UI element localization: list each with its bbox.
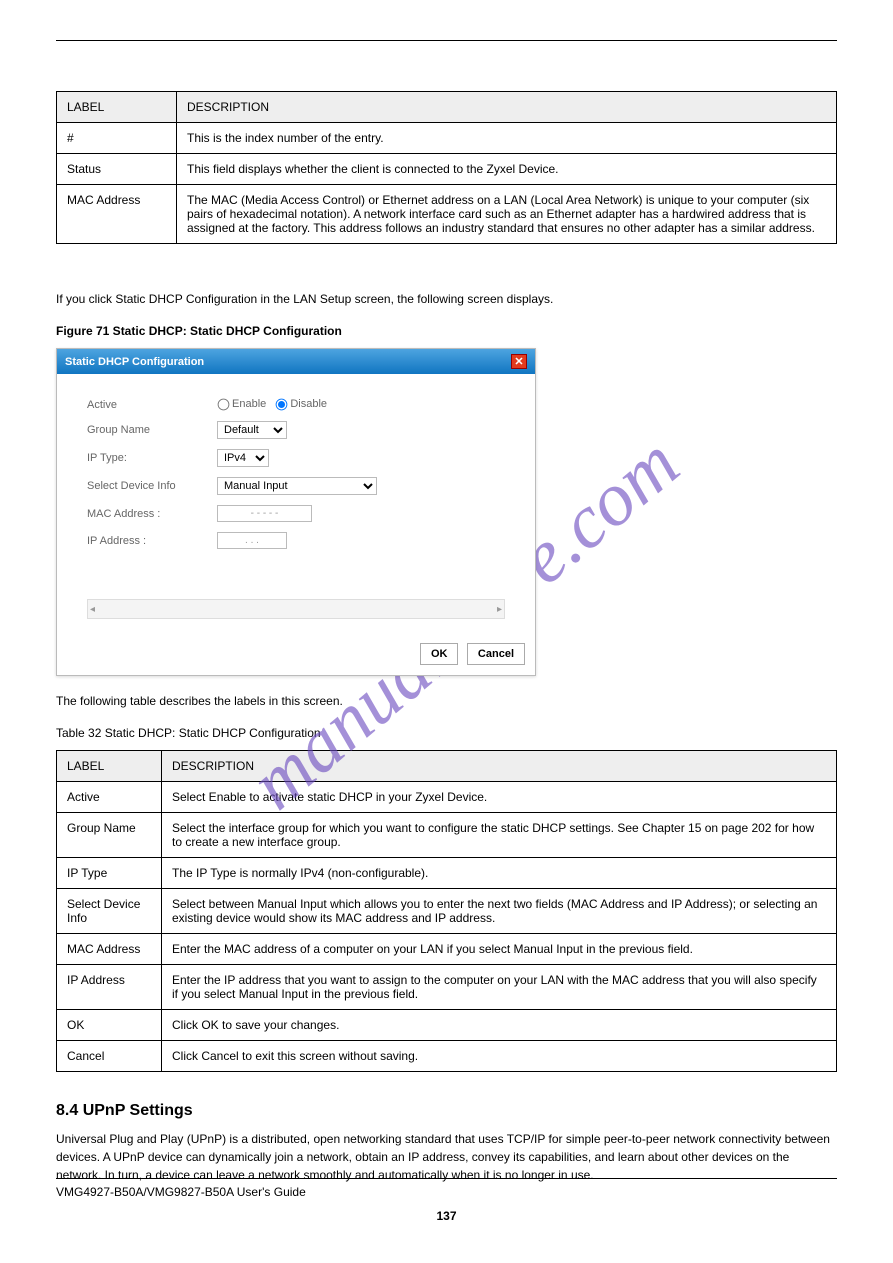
cell-desc: Select between Manual Input which allows… bbox=[162, 889, 837, 934]
table-row: ActiveSelect Enable to activate static D… bbox=[57, 782, 837, 813]
table-row: OKClick OK to save your changes. bbox=[57, 1010, 837, 1041]
table-row: MAC AddressEnter the MAC address of a co… bbox=[57, 934, 837, 965]
footer-page-number: 137 bbox=[436, 1209, 456, 1223]
table-row: IP TypeThe IP Type is normally IPv4 (non… bbox=[57, 858, 837, 889]
cell-label: IP Type bbox=[57, 858, 162, 889]
ok-button[interactable]: OK bbox=[420, 643, 459, 665]
dialog-titlebar: Static DHCP Configuration ✕ bbox=[57, 349, 535, 374]
cell-desc: Click OK to save your changes. bbox=[162, 1010, 837, 1041]
cell-label: Group Name bbox=[57, 813, 162, 858]
device-info-select[interactable]: Manual Input bbox=[217, 477, 377, 495]
static-dhcp-dialog: Static DHCP Configuration ✕ Active Enabl… bbox=[56, 348, 536, 676]
cell-label: Select Device Info bbox=[57, 889, 162, 934]
scroll-right-icon[interactable]: ▸ bbox=[497, 604, 502, 615]
cell-label: OK bbox=[57, 1010, 162, 1041]
enable-radio-label[interactable]: Enable bbox=[217, 398, 266, 410]
group-name-select[interactable]: Default bbox=[217, 421, 287, 439]
cancel-button[interactable]: Cancel bbox=[467, 643, 525, 665]
cell-label: MAC Address bbox=[57, 934, 162, 965]
cell-label: Active bbox=[57, 782, 162, 813]
ip-type-label: IP Type: bbox=[87, 452, 217, 464]
table1-header-description: DESCRIPTION bbox=[177, 92, 837, 123]
cell-desc: The MAC (Media Access Control) or Ethern… bbox=[177, 185, 837, 244]
cell-desc: Select Enable to activate static DHCP in… bbox=[162, 782, 837, 813]
cell-desc: Select the interface group for which you… bbox=[162, 813, 837, 858]
table2-header-label: LABEL bbox=[57, 751, 162, 782]
disable-radio[interactable] bbox=[276, 399, 288, 411]
cell-desc: Enter the IP address that you want to as… bbox=[162, 965, 837, 1010]
ip-address-input[interactable]: . . . bbox=[217, 532, 287, 549]
table2-intro: The following table describes the labels… bbox=[56, 694, 837, 708]
active-label: Active bbox=[87, 399, 217, 411]
ip-address-label: IP Address : bbox=[87, 535, 217, 547]
cell-desc: This is the index number of the entry. bbox=[177, 123, 837, 154]
disable-radio-label[interactable]: Disable bbox=[275, 398, 327, 410]
scroll-left-icon[interactable]: ◂ bbox=[90, 604, 95, 615]
cell-label: MAC Address bbox=[57, 185, 177, 244]
mac-address-input[interactable]: - - - - - bbox=[217, 505, 312, 522]
device-info-label: Select Device Info bbox=[87, 480, 217, 492]
cell-label: # bbox=[57, 123, 177, 154]
cell-desc: Click Cancel to exit this screen without… bbox=[162, 1041, 837, 1072]
top-rule bbox=[56, 40, 837, 41]
figure-intro-text: If you click Static DHCP Configuration i… bbox=[56, 292, 837, 306]
table-row: Status This field displays whether the c… bbox=[57, 154, 837, 185]
cell-desc: This field displays whether the client i… bbox=[177, 154, 837, 185]
group-name-label: Group Name bbox=[87, 424, 217, 436]
table-row: IP AddressEnter the IP address that you … bbox=[57, 965, 837, 1010]
table-static-dhcp-config: LABEL DESCRIPTION ActiveSelect Enable to… bbox=[56, 750, 837, 1072]
footer-left: VMG4927-B50A/VMG9827-B50A User's Guide bbox=[56, 1185, 306, 1199]
disable-text: Disable bbox=[290, 398, 327, 410]
table-row: # This is the index number of the entry. bbox=[57, 123, 837, 154]
section-heading: 8.4 UPnP Settings bbox=[56, 1102, 837, 1120]
cell-label: Cancel bbox=[57, 1041, 162, 1072]
enable-text: Enable bbox=[232, 398, 266, 410]
enable-radio[interactable] bbox=[218, 399, 230, 411]
dialog-title-text: Static DHCP Configuration bbox=[65, 356, 204, 368]
mac-address-label: MAC Address : bbox=[87, 508, 217, 520]
table-row: MAC Address The MAC (Media Access Contro… bbox=[57, 185, 837, 244]
ip-type-select[interactable]: IPv4 bbox=[217, 449, 269, 467]
table2-caption: Table 32 Static DHCP: Static DHCP Config… bbox=[56, 726, 837, 740]
table-row: CancelClick Cancel to exit this screen w… bbox=[57, 1041, 837, 1072]
close-icon[interactable]: ✕ bbox=[511, 354, 527, 369]
page-footer: VMG4927-B50A/VMG9827-B50A User's Guide 1… bbox=[56, 1178, 837, 1223]
table-mac-address: LABEL DESCRIPTION # This is the index nu… bbox=[56, 91, 837, 244]
cell-desc: The IP Type is normally IPv4 (non-config… bbox=[162, 858, 837, 889]
cell-desc: Enter the MAC address of a computer on y… bbox=[162, 934, 837, 965]
table-row: Select Device InfoSelect between Manual … bbox=[57, 889, 837, 934]
dialog-scrollbar[interactable]: ◂ ▸ bbox=[87, 599, 505, 619]
cell-label: IP Address bbox=[57, 965, 162, 1010]
cell-label: Status bbox=[57, 154, 177, 185]
table2-header-description: DESCRIPTION bbox=[162, 751, 837, 782]
table1-header-label: LABEL bbox=[57, 92, 177, 123]
table-row: Group NameSelect the interface group for… bbox=[57, 813, 837, 858]
section-body: Universal Plug and Play (UPnP) is a dist… bbox=[56, 1130, 837, 1184]
figure-label: Figure 71 Static DHCP: Static DHCP Confi… bbox=[56, 324, 837, 338]
